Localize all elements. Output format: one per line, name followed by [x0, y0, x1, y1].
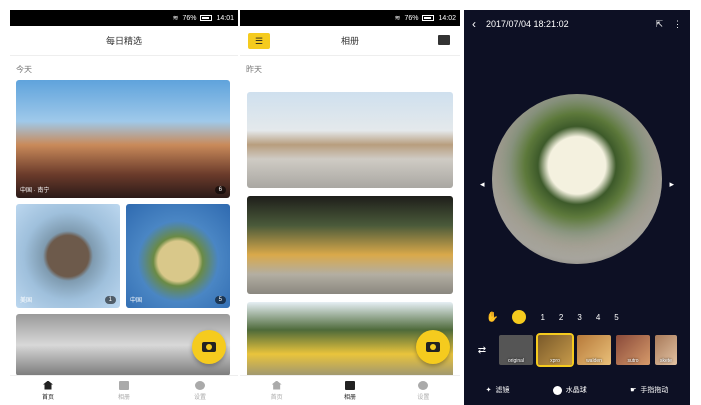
album-screen: ≋ 76% 14:02 ☰ 相册 昨天 首页 相册 设置 — [240, 10, 460, 405]
intensity-selector: ✋ 1 2 3 4 5 — [464, 308, 690, 326]
panorama-viewer[interactable]: ◂ ▸ — [464, 54, 690, 304]
filter-label: original — [507, 358, 525, 364]
level-1-selected[interactable] — [512, 310, 527, 324]
status-bar: ≋ 76% 14:01 — [10, 10, 238, 26]
photo-card-campus[interactable] — [247, 92, 453, 188]
shuffle-icon[interactable]: ⇄ — [470, 345, 494, 356]
photo-card-tiny-planet-field[interactable]: 中国 5 — [126, 204, 230, 308]
image-icon — [344, 380, 355, 390]
share-icon[interactable]: ⇱ — [655, 19, 663, 30]
status-bar: ≋ 76% 14:02 — [240, 10, 460, 26]
section-yesterday: 昨天 — [246, 65, 262, 74]
photo-card-pavilion[interactable] — [247, 196, 453, 294]
select-mode-button[interactable]: ☰ — [248, 33, 270, 49]
photo-count-badge: 5 — [214, 296, 226, 304]
editor-tools: ✦ 滤镜 水晶球 ☛ 手指拖动 — [464, 375, 690, 405]
camera-icon — [426, 342, 440, 352]
image-icon — [119, 380, 129, 390]
back-arrow-icon[interactable]: ‹ — [472, 17, 476, 31]
photo-count-badge: 6 — [214, 186, 226, 194]
status-time: 14:02 — [438, 14, 456, 22]
nav-album[interactable]: 相册 — [86, 376, 162, 405]
photo-datetime: 2017/07/04 18:21:02 — [486, 19, 569, 29]
magic-wand-icon: ✦ — [485, 387, 492, 394]
battery-icon — [422, 15, 435, 21]
nav-album-label: 相册 — [117, 394, 130, 401]
battery-icon — [200, 15, 213, 21]
camera-button[interactable] — [416, 330, 450, 364]
photo-count-badge: 1 — [104, 296, 116, 304]
battery-percent: 76% — [182, 14, 197, 22]
nav-home[interactable]: 首页 — [240, 376, 313, 405]
home-icon — [271, 380, 282, 390]
status-time: 14:01 — [216, 14, 234, 22]
editor-header: ‹ 2017/07/04 18:21:02 ⇱ ⋮ — [464, 10, 690, 38]
photo-location: 中国 — [130, 298, 143, 304]
filter-skete[interactable]: skete — [655, 335, 677, 365]
nav-settings[interactable]: 设置 — [162, 376, 238, 405]
filter-strip: ⇄ original xpro walden sutro skete — [464, 332, 690, 368]
photo-card-group[interactable]: 中国 · 南宁 6 — [16, 80, 230, 198]
filter-label: skete — [660, 358, 672, 364]
header: 每日精选 — [10, 26, 238, 56]
filter-label: sutro — [627, 358, 639, 364]
gear-icon — [195, 380, 205, 390]
photo-card-tiny-planet-city[interactable]: 美国 1 — [16, 204, 120, 308]
header: ☰ 相册 — [240, 26, 460, 56]
tool-filter[interactable]: ✦ 滤镜 — [486, 385, 510, 395]
nav-settings-label: 设置 — [417, 394, 430, 401]
tool-crystal-ball-label: 水晶球 — [565, 387, 587, 394]
nav-home-label: 首页 — [41, 394, 54, 401]
nav-home[interactable]: 首页 — [10, 376, 86, 405]
touch-icon[interactable]: ✋ — [486, 312, 498, 323]
nav-home-label: 首页 — [270, 394, 283, 401]
level-1[interactable]: 1 — [540, 313, 544, 322]
tool-finger-drag[interactable]: ☛ 手指拖动 — [630, 385, 668, 395]
finger-drag-icon: ☛ — [630, 387, 637, 394]
level-3[interactable]: 3 — [577, 313, 581, 322]
photo-location: 中国 · 南宁 — [20, 188, 50, 194]
wifi-icon: ≋ — [172, 15, 179, 22]
bottom-nav: 首页 相册 设置 — [10, 375, 238, 405]
camera-icon — [202, 342, 216, 352]
gear-icon — [418, 380, 429, 390]
level-4[interactable]: 4 — [596, 313, 600, 322]
nav-album-label: 相册 — [343, 394, 356, 401]
nav-settings[interactable]: 设置 — [387, 376, 460, 405]
more-vert-icon[interactable]: ⋮ — [673, 19, 682, 30]
tool-finger-drag-label: 手指拖动 — [640, 387, 669, 394]
crystal-ball-icon — [552, 385, 562, 395]
filter-walden[interactable]: walden — [577, 335, 611, 365]
photo-location: 美国 — [20, 298, 33, 304]
nav-settings-label: 设置 — [193, 394, 206, 401]
left-edge-arrow-icon[interactable]: ◂ — [480, 179, 485, 190]
section-today: 今天 — [16, 65, 32, 74]
checklist-icon: ☰ — [254, 35, 264, 46]
filter-xpro[interactable]: xpro — [536, 333, 574, 367]
nav-album[interactable]: 相册 — [313, 376, 386, 405]
photo-editor-screen: ‹ 2017/07/04 18:21:02 ⇱ ⋮ ◂ ▸ ✋ 1 2 3 4 … — [464, 10, 690, 405]
bottom-nav: 首页 相册 设置 — [240, 375, 460, 405]
tool-crystal-ball[interactable]: 水晶球 — [552, 385, 587, 395]
folder-button[interactable] — [438, 35, 450, 45]
home-screen: ≋ 76% 14:01 每日精选 今天 中国 · 南宁 6 美国 1 中国 5 … — [10, 10, 238, 405]
battery-percent: 76% — [404, 14, 419, 22]
page-title: 相册 — [340, 36, 359, 46]
camera-button[interactable] — [192, 330, 226, 364]
tool-filter-label: 滤镜 — [495, 387, 510, 394]
right-edge-arrow-icon[interactable]: ▸ — [669, 179, 674, 190]
level-5[interactable]: 5 — [614, 313, 618, 322]
filter-label: walden — [586, 358, 602, 364]
crystal-ball-preview[interactable] — [492, 94, 662, 264]
page-title: 每日精选 — [105, 36, 142, 46]
filter-label: xpro — [550, 358, 560, 364]
level-2[interactable]: 2 — [559, 313, 563, 322]
filter-sutro[interactable]: sutro — [616, 335, 650, 365]
home-icon — [43, 380, 53, 390]
filter-original[interactable]: original — [499, 335, 533, 365]
wifi-icon: ≋ — [394, 15, 401, 22]
